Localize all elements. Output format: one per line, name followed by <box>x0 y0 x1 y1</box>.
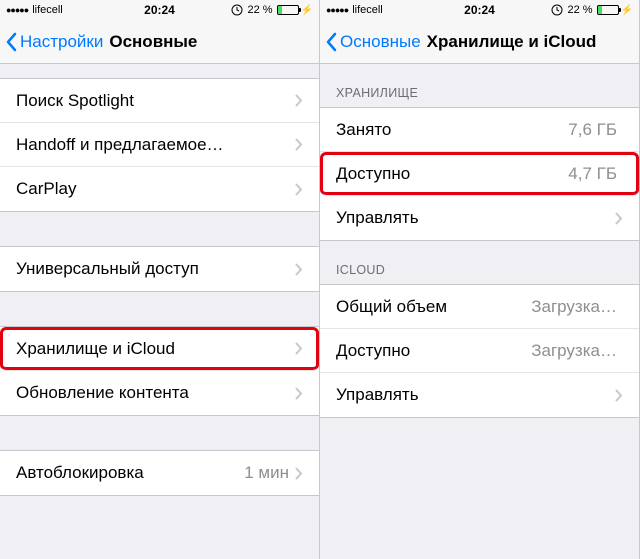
storage-list[interactable]: ХРАНИЛИЩЕ Занято 7,6 ГБ Доступно 4,7 ГБ … <box>320 64 639 559</box>
row-label: Обновление контента <box>16 383 295 403</box>
back-button[interactable]: Основные <box>326 32 421 52</box>
chevron-right-icon <box>295 342 303 355</box>
status-bar: ●●●●● lifecell 20:24 22 % ⚡ <box>0 0 319 20</box>
row-spotlight[interactable]: Поиск Spotlight <box>0 79 319 123</box>
settings-list[interactable]: Поиск Spotlight Handoff и предлагаемое… … <box>0 64 319 559</box>
back-button[interactable]: Настройки <box>6 32 103 52</box>
signal-dots-icon: ●●●●● <box>6 5 28 15</box>
row-label: Доступно <box>336 341 531 361</box>
row-manage-icloud[interactable]: Управлять <box>320 373 639 417</box>
row-label: Управлять <box>336 385 615 405</box>
row-icloud-available: Доступно Загрузка… <box>320 329 639 373</box>
row-used: Занято 7,6 ГБ <box>320 108 639 152</box>
chevron-right-icon <box>295 387 303 400</box>
row-label: Общий объем <box>336 297 531 317</box>
battery-percent: 22 % <box>567 4 592 16</box>
screen-storage: ●●●●● lifecell 20:24 22 % ⚡ Основные Хра… <box>320 0 640 559</box>
row-label: Автоблокировка <box>16 463 244 483</box>
row-value: 1 мин <box>244 463 289 483</box>
row-value: Загрузка… <box>531 297 617 317</box>
row-label: Handoff и предлагаемое… <box>16 135 295 155</box>
row-background-refresh[interactable]: Обновление контента <box>0 371 319 415</box>
row-value: 7,6 ГБ <box>568 120 617 140</box>
row-manage-storage[interactable]: Управлять <box>320 196 639 240</box>
row-label: Поиск Spotlight <box>16 91 295 111</box>
status-bar: ●●●●● lifecell 20:24 22 % ⚡ <box>320 0 639 20</box>
row-label: Управлять <box>336 208 615 228</box>
battery-icon <box>277 5 299 15</box>
page-title: Хранилище и iCloud <box>427 32 597 52</box>
battery-percent: 22 % <box>247 4 272 16</box>
signal-dots-icon: ●●●●● <box>326 5 348 15</box>
section-header-icloud: ICLOUD <box>320 241 639 284</box>
section-header-storage: ХРАНИЛИЩЕ <box>320 64 639 107</box>
carrier-label: lifecell <box>32 4 63 16</box>
chevron-left-icon <box>6 32 18 52</box>
chevron-right-icon <box>295 467 303 480</box>
row-label: Занято <box>336 120 568 140</box>
chevron-right-icon <box>295 183 303 196</box>
back-label: Основные <box>340 32 421 52</box>
row-label: Универсальный доступ <box>16 259 295 279</box>
chevron-left-icon <box>326 32 338 52</box>
carrier-label: lifecell <box>352 4 383 16</box>
charging-icon: ⚡ <box>301 5 313 16</box>
row-available: Доступно 4,7 ГБ <box>320 152 639 196</box>
chevron-right-icon <box>615 212 623 225</box>
row-icloud-total: Общий объем Загрузка… <box>320 285 639 329</box>
row-accessibility[interactable]: Универсальный доступ <box>0 247 319 291</box>
rotation-lock-icon <box>551 4 563 16</box>
chevron-right-icon <box>295 263 303 276</box>
row-handoff[interactable]: Handoff и предлагаемое… <box>0 123 319 167</box>
navbar: Настройки Основные <box>0 20 319 64</box>
charging-icon: ⚡ <box>621 5 633 16</box>
chevron-right-icon <box>615 389 623 402</box>
row-label: CarPlay <box>16 179 295 199</box>
chevron-right-icon <box>295 138 303 151</box>
row-value: 4,7 ГБ <box>568 164 617 184</box>
navbar: Основные Хранилище и iCloud <box>320 20 639 64</box>
row-storage-icloud[interactable]: Хранилище и iCloud <box>0 327 319 371</box>
row-value: Загрузка… <box>531 341 617 361</box>
row-label: Хранилище и iCloud <box>16 339 295 359</box>
row-carplay[interactable]: CarPlay <box>0 167 319 211</box>
rotation-lock-icon <box>231 4 243 16</box>
clock: 20:24 <box>464 3 495 17</box>
row-autolock[interactable]: Автоблокировка 1 мин <box>0 451 319 495</box>
battery-icon <box>597 5 619 15</box>
row-label: Доступно <box>336 164 568 184</box>
chevron-right-icon <box>295 94 303 107</box>
clock: 20:24 <box>144 3 175 17</box>
page-title: Основные <box>109 32 197 52</box>
screen-general: ●●●●● lifecell 20:24 22 % ⚡ Настройки Ос… <box>0 0 320 559</box>
back-label: Настройки <box>20 32 103 52</box>
